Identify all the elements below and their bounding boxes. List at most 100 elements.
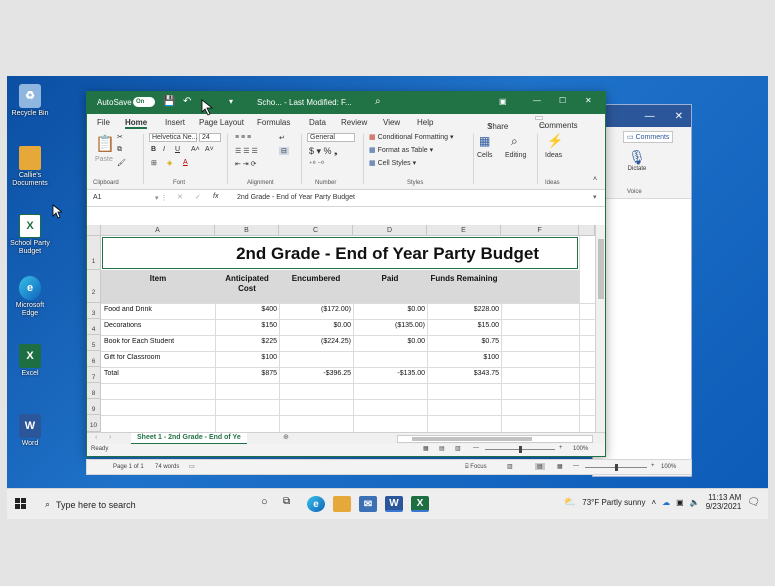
row-header[interactable]: 9 bbox=[87, 399, 101, 415]
table-cell[interactable]: $0.00 bbox=[353, 338, 427, 345]
zoom-level[interactable]: 100% bbox=[573, 446, 588, 452]
cancel-icon[interactable]: ✕ bbox=[177, 193, 183, 201]
font-color-icon[interactable]: A bbox=[183, 159, 188, 166]
focus-button[interactable]: ⌸ Focus bbox=[465, 464, 487, 471]
table-cell[interactable]: Book for Each Student bbox=[102, 338, 215, 345]
desktop-icon-documents[interactable]: Callie's Documents bbox=[7, 146, 53, 188]
paste-icon[interactable]: 📋 bbox=[95, 134, 115, 154]
format-as-table-button[interactable]: ▦ Format as Table ▾ bbox=[369, 146, 433, 154]
row-header[interactable]: 10 bbox=[87, 415, 101, 432]
ribbon-display-icon[interactable]: ▣ bbox=[499, 97, 507, 106]
scrollbar-thumb[interactable] bbox=[412, 437, 532, 441]
formula-input[interactable]: 2nd Grade - End of Year Party Budget bbox=[237, 194, 355, 201]
table-cell[interactable]: $150 bbox=[215, 322, 279, 329]
table-cell[interactable]: ($172.00) bbox=[279, 306, 353, 313]
page-layout-view-icon[interactable]: ▤ bbox=[439, 445, 445, 452]
row-header[interactable]: 2 bbox=[87, 270, 101, 303]
taskbar-file-explorer-icon[interactable] bbox=[333, 496, 351, 512]
increase-font-icon[interactable]: A˄ bbox=[191, 146, 200, 153]
table-cell[interactable]: $225 bbox=[215, 338, 279, 345]
taskbar-mail-icon[interactable]: ✉ bbox=[359, 496, 377, 512]
word-zoom-out-icon[interactable]: — bbox=[573, 463, 579, 469]
select-all-corner[interactable] bbox=[87, 225, 101, 236]
autosave-toggle[interactable]: On bbox=[133, 97, 155, 107]
weather-icon[interactable]: ⛅ bbox=[564, 497, 576, 508]
header-paid[interactable]: Paid bbox=[353, 274, 427, 283]
clock[interactable]: 11:13 AM 9/23/2021 bbox=[706, 493, 742, 511]
tab-view[interactable]: View bbox=[383, 118, 400, 127]
tab-file[interactable]: File bbox=[97, 118, 110, 127]
row-header[interactable]: 3 bbox=[87, 303, 101, 319]
conditional-formatting-button[interactable]: ▦ Conditional Formatting ▾ bbox=[369, 133, 453, 141]
underline-icon[interactable]: U bbox=[175, 146, 180, 153]
taskbar-excel-icon[interactable]: X bbox=[411, 496, 429, 512]
desktop-icon-recycle-bin[interactable]: ♻ Recycle Bin bbox=[7, 84, 53, 118]
table-cell[interactable]: Total bbox=[102, 370, 215, 377]
enter-icon[interactable]: ✓ bbox=[195, 193, 201, 201]
table-cell[interactable]: -$396.25 bbox=[279, 370, 353, 377]
table-cell[interactable]: $0.00 bbox=[353, 306, 427, 313]
windows-start-icon[interactable] bbox=[15, 498, 27, 510]
table-cell[interactable]: Food and Drink bbox=[102, 306, 215, 313]
sheet-nav-next-icon[interactable]: › bbox=[109, 434, 111, 441]
quick-access-icon[interactable]: ▾ bbox=[229, 97, 233, 106]
format-painter-icon[interactable]: 🖌 bbox=[117, 159, 126, 167]
normal-view-icon[interactable]: ▦ bbox=[423, 445, 429, 452]
name-box[interactable]: A1 bbox=[93, 194, 153, 201]
name-box-dropdown-icon[interactable]: ▾ ⋮ bbox=[155, 194, 167, 202]
minimize-icon[interactable]: — bbox=[645, 111, 655, 122]
table-cell[interactable]: $0.75 bbox=[427, 338, 501, 345]
decrease-font-icon[interactable]: A˅ bbox=[205, 146, 214, 153]
cortana-icon[interactable]: ○ bbox=[261, 496, 268, 508]
decimal-icon[interactable]: ⁺⁰ ⁻⁰ bbox=[309, 160, 324, 168]
fill-color-icon[interactable]: ◈ bbox=[167, 159, 172, 167]
number-format-select[interactable]: General bbox=[307, 133, 355, 142]
save-icon[interactable]: 💾 bbox=[163, 96, 175, 107]
maximize-icon[interactable]: ☐ bbox=[559, 96, 566, 105]
word-zoom-thumb[interactable] bbox=[615, 464, 618, 471]
table-cell[interactable]: $343.75 bbox=[427, 370, 501, 377]
table-cell[interactable]: $0.00 bbox=[279, 322, 353, 329]
page-break-view-icon[interactable]: ▥ bbox=[455, 445, 461, 452]
tab-home[interactable]: Home bbox=[125, 118, 148, 129]
search-icon[interactable]: ⌕ bbox=[375, 96, 381, 107]
dictate-button[interactable]: 🎙 Dictate bbox=[626, 149, 648, 172]
word-comments-button[interactable]: ▭ Comments bbox=[623, 131, 674, 143]
word-zoom-slider[interactable] bbox=[585, 464, 647, 471]
row-header[interactable]: 4 bbox=[87, 319, 101, 335]
table-cell[interactable]: $100 bbox=[427, 354, 501, 361]
row-header[interactable]: 1 bbox=[87, 236, 101, 270]
table-cell[interactable]: Decorations bbox=[102, 322, 215, 329]
minimize-icon[interactable]: — bbox=[533, 96, 541, 105]
read-mode-icon[interactable]: ▥ bbox=[507, 463, 513, 470]
column-header[interactable]: B bbox=[215, 225, 279, 236]
sheet-nav-prev-icon[interactable]: ‹ bbox=[95, 434, 97, 441]
task-view-icon[interactable]: ⧉ bbox=[283, 496, 290, 507]
font-name-select[interactable]: Helvetica Ne... bbox=[149, 133, 198, 142]
zoom-in-icon[interactable]: + bbox=[559, 445, 563, 451]
horizontal-scrollbar[interactable] bbox=[397, 435, 593, 443]
wrap-text-icon[interactable]: ↵ bbox=[279, 134, 285, 142]
cell-styles-button[interactable]: ▦ Cell Styles ▾ bbox=[369, 159, 416, 167]
copy-icon[interactable]: ⧉ bbox=[117, 146, 122, 154]
row-header[interactable]: 7 bbox=[87, 367, 101, 383]
column-header[interactable]: E bbox=[427, 225, 501, 236]
proofing-icon[interactable]: ▭ bbox=[189, 463, 195, 470]
ideas-icon[interactable]: ⚡ bbox=[547, 133, 563, 149]
expand-formula-icon[interactable]: ▾ bbox=[593, 193, 597, 201]
column-header[interactable]: A bbox=[101, 225, 215, 236]
undo-icon[interactable]: ↶ bbox=[183, 96, 191, 107]
volume-icon[interactable]: 🔈 bbox=[690, 498, 700, 507]
web-layout-icon[interactable]: ▦ bbox=[557, 463, 563, 470]
table-cell[interactable]: -$135.00 bbox=[353, 370, 427, 377]
cut-icon[interactable]: ✂ bbox=[117, 133, 123, 141]
table-cell[interactable]: ($135.00) bbox=[353, 322, 427, 329]
desktop-icon-budget-file[interactable]: X School Party Budget bbox=[7, 214, 53, 256]
table-cell[interactable]: $875 bbox=[215, 370, 279, 377]
function-icon[interactable]: fx bbox=[213, 193, 218, 200]
header-encumbered[interactable]: Encumbered bbox=[279, 274, 353, 283]
table-cell[interactable]: $400 bbox=[215, 306, 279, 313]
column-header[interactable]: F bbox=[501, 225, 579, 236]
row-header[interactable]: 6 bbox=[87, 351, 101, 367]
table-cell[interactable]: Gift for Classroom bbox=[102, 354, 215, 361]
